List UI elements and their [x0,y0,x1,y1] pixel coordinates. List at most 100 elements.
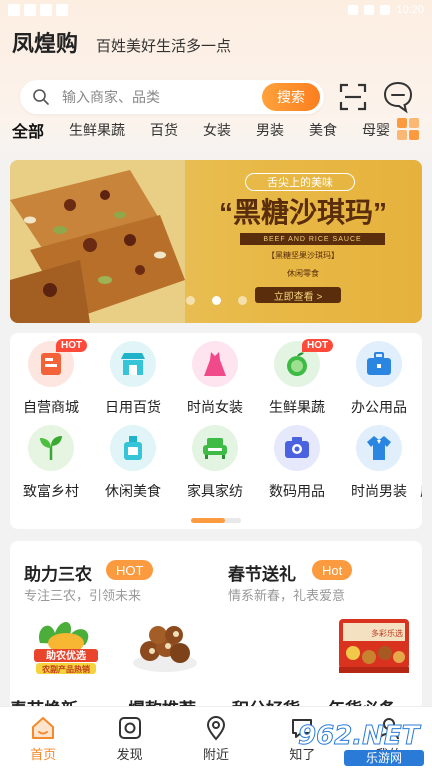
app-title: 凤煌购 [12,31,79,56]
menu-scroll-indicator-fill [191,518,225,523]
farm-banner-subtext: 农副产品热销 [41,664,90,674]
gift-box-text: 多彩乐选 [371,628,403,638]
search-bar[interactable]: 搜索 [20,80,324,114]
tab-label: 附近 [203,747,230,762]
location-icon [207,716,226,741]
farm-produce-image[interactable]: 助农优选 农副产品热销 [30,613,102,677]
category-menu: HOT 自营商城 日用百货 时尚女装 HOT 生鲜果蔬 办公用品 致富乡村 休闲… [10,333,422,529]
briefcase-icon [367,352,391,375]
menu-item-furniture[interactable]: 家具家纺 [174,425,256,501]
menu-item-women-fashion[interactable]: 时尚女装 [174,341,256,417]
promo-title[interactable]: 助力三农 [24,560,92,585]
category-tab[interactable]: 美食 [309,120,337,140]
pagination-dot[interactable] [238,296,247,305]
banner-product-type: 休闲零食 [287,269,319,278]
more-icon [420,425,422,471]
promo-subtitle: 情系新春，礼表爱意 [228,588,346,603]
status-bar: 10:20 [0,0,432,20]
banner-subtitle: 舌尖上的美味 [245,173,355,191]
tab-home[interactable]: 首页 [0,707,86,768]
menu-item-label: 家具家纺 [187,483,243,499]
notification-icon [40,4,52,16]
banner-english-text: BEEF AND RICE SAUCE [240,233,385,245]
notification-icon [24,4,36,16]
menu-item-digital[interactable]: 数码用品 [256,425,338,501]
promo-hot-badge: HOT [106,560,154,580]
menu-item-fresh-produce[interactable]: HOT 生鲜果蔬 [256,339,338,417]
category-tab[interactable]: 母婴 [362,120,390,140]
hot-badge: HOT [302,339,334,352]
category-tab[interactable]: 女装 [203,120,231,140]
watermark-sub: 乐游网 [366,751,402,765]
menu-item-self-mall[interactable]: HOT 自营商城 [10,339,92,417]
dress-icon [204,352,226,376]
menu-item-rural-wealth[interactable]: 致富乡村 [10,425,92,501]
promo-subtitle: 专注三农，引领未来 [24,588,142,603]
battery-icon [380,5,391,15]
promo-hot-badge: Hot [312,560,353,580]
home-icon [32,717,55,739]
search-button[interactable]: 搜索 [262,83,320,111]
snack-icon [124,436,142,460]
category-tab[interactable]: 男装 [256,120,284,140]
menu-item-label: 办公用品 [351,399,407,415]
menu-item-label: 休闲美食 [105,483,161,499]
banner-pagination [186,296,247,305]
category-tabs: 全部 生鲜果蔬 百货 女装 男装 美食 母婴 鞋 [12,118,392,142]
menu-item-label: 数码用品 [269,483,325,499]
banner-product-name: 【黑糖坚果沙琪玛】 [267,251,339,260]
fruit-icon [287,352,307,376]
menu-item-label: 时尚男装 [351,483,407,499]
menu-item-men-fashion[interactable]: 时尚男装 [338,425,420,501]
hot-badge: HOT [56,339,88,352]
menu-item-more[interactable]: 房 [420,425,422,501]
notification-icon [56,4,68,16]
shop-icon [121,353,145,375]
pagination-dot[interactable] [186,296,195,305]
wifi-icon [348,5,359,15]
menu-item-office-supplies[interactable]: 办公用品 [338,341,420,417]
banner-view-button[interactable]: 立即查看 > [255,287,341,303]
sofa-icon [203,438,227,459]
banner-food-image [10,160,185,323]
menu-item-daily-goods[interactable]: 日用百货 [92,341,174,417]
scan-icon[interactable] [338,82,368,112]
store-icon [41,353,61,375]
macadamia-nuts-image[interactable] [130,613,200,675]
menu-item-label: 日用百货 [105,399,161,415]
discover-icon [118,717,141,739]
promo-title[interactable]: 春节送礼 [228,560,296,585]
gift-box-image[interactable]: 多彩乐选 [335,611,413,677]
menu-item-label: 致富乡村 [23,483,79,499]
tab-nearby[interactable]: 附近 [173,707,259,768]
menu-item-label: 自营商城 [23,399,79,415]
pagination-dot-active[interactable] [212,296,221,305]
menu-scroll-indicator [191,518,241,523]
tab-label: 发现 [116,747,143,762]
site-watermark: 962.NET 乐游网 [298,721,424,766]
banner-title: “黑糖沙琪玛” [218,197,387,228]
tab-discover[interactable]: 发现 [86,707,172,768]
menu-item-snacks[interactable]: 休闲美食 [92,425,174,501]
category-tab[interactable]: 百货 [150,120,178,140]
notification-icons [8,4,68,16]
app-slogan: 百姓美好生活多一点 [96,38,232,55]
signal-icon [364,5,375,15]
promo-section: 助力三农 HOT 专注三农，引领未来 春节送礼 Hot 情系新春，礼表爱意 助农… [10,541,422,711]
notification-icon [8,4,20,16]
menu-item-label: 生鲜果蔬 [269,399,325,415]
tab-label: 首页 [30,747,57,762]
farm-banner-text: 助农优选 [46,649,86,662]
category-grid-icon[interactable] [396,116,420,142]
category-tab[interactable]: 生鲜果蔬 [69,120,125,140]
status-time: 10:20 [396,4,424,16]
category-tab[interactable]: 全部 [12,118,44,142]
sprout-icon [40,436,62,460]
watermark-text: 962.NET [298,721,422,751]
menu-item-label: 房 [420,481,422,501]
message-icon[interactable] [382,80,414,114]
shirt-icon [367,436,391,460]
camera-icon [285,437,309,458]
search-icon [33,89,49,105]
menu-item-label: 时尚女装 [187,399,243,415]
